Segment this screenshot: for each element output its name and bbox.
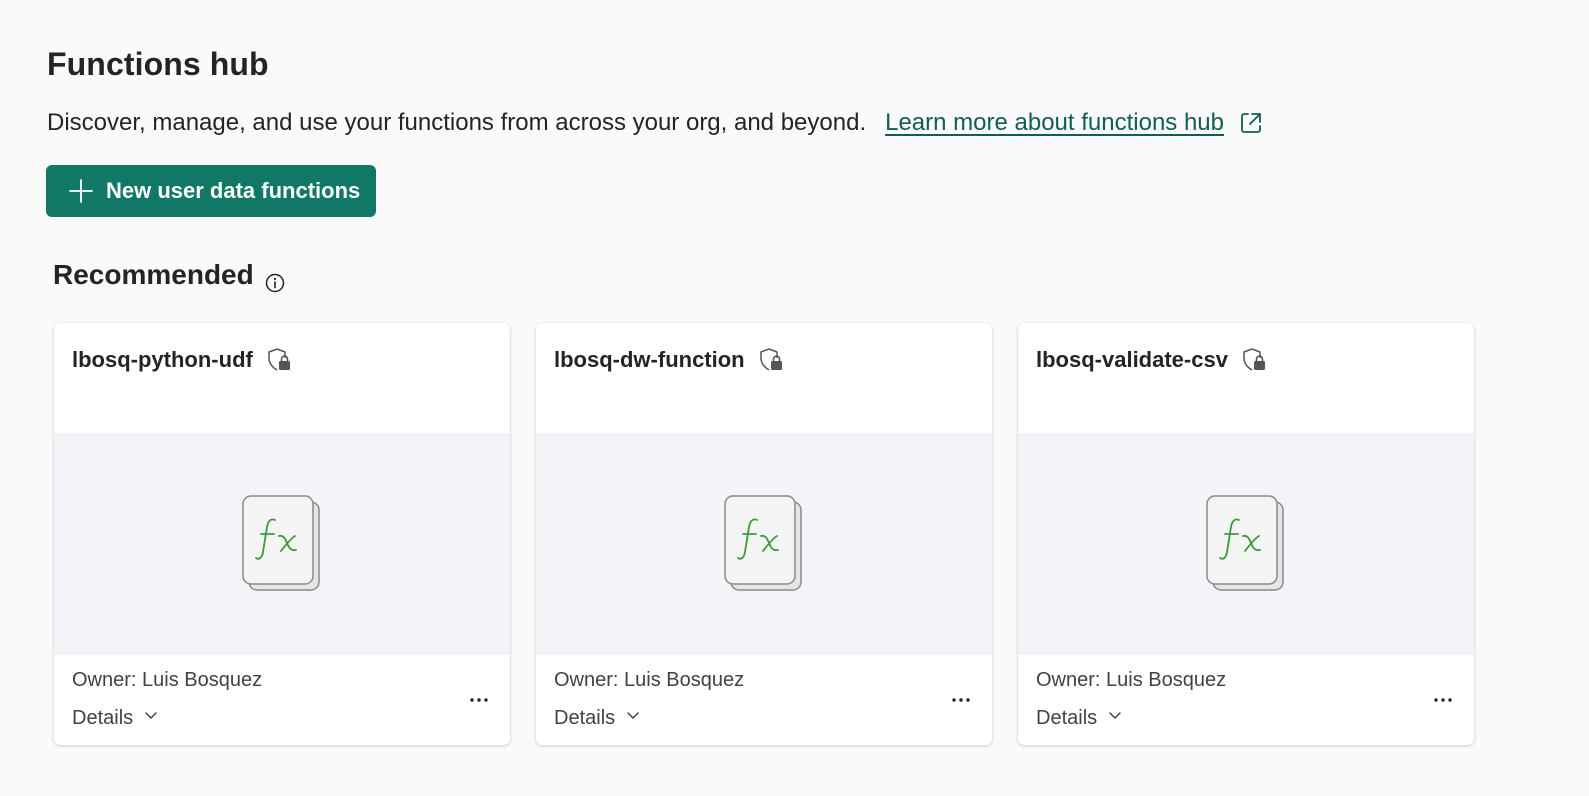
shield-lock-icon [268,348,290,371]
card-footer: Owner: Luis Bosquez Details [1018,655,1474,731]
more-options-icon[interactable] [950,693,972,707]
shield-lock-icon [759,348,782,371]
fx-function-icon [724,495,802,591]
function-card[interactable]: lbosq-python-udf Owner: Luis Bosquez Det… [54,323,510,745]
chevron-down-icon [1109,712,1121,719]
info-icon[interactable] [265,265,285,293]
description-row: Discover, manage, and use your functions… [47,106,1264,140]
details-toggle[interactable]: Details [554,705,641,731]
details-label: Details [1036,707,1098,729]
card-preview [54,433,510,655]
details-label: Details [72,707,134,729]
function-card[interactable]: lbosq-dw-function Owner: Luis Bosquez De… [536,323,992,745]
card-footer: Owner: Luis Bosquez Details [54,655,510,731]
recommended-section-header: Recommended [53,256,285,294]
page-description: Discover, manage, and use your functions… [47,109,867,136]
card-owner: Owner: Luis Bosquez [1036,669,1227,691]
function-card[interactable]: lbosq-validate-csv Owner: Luis Bosquez D… [1018,323,1474,745]
recommended-title: Recommended [53,259,254,290]
new-user-data-functions-button[interactable]: New user data functions [46,165,376,217]
card-header: lbosq-python-udf [54,323,510,433]
more-options-icon[interactable] [1432,693,1454,707]
details-label: Details [554,707,616,729]
card-preview [1018,433,1474,655]
card-header: lbosq-dw-function [536,323,992,433]
new-button-label: New user data functions [106,178,361,203]
fx-function-icon [242,495,320,591]
chevron-down-icon [627,712,639,719]
more-options-icon[interactable] [468,693,490,707]
external-link-icon[interactable] [1238,110,1264,136]
card-footer: Owner: Luis Bosquez Details [536,655,992,731]
shield-lock-icon [1243,348,1265,371]
card-title: lbosq-dw-function [554,347,745,372]
card-owner: Owner: Luis Bosquez [554,669,745,691]
card-owner: Owner: Luis Bosquez [72,669,263,691]
card-title: lbosq-validate-csv [1036,347,1228,372]
card-header: lbosq-validate-csv [1018,323,1474,433]
card-title: lbosq-python-udf [72,347,253,372]
fx-function-icon [1206,495,1284,591]
plus-icon [68,178,94,204]
chevron-down-icon [145,712,157,719]
functions-hub-page: Functions hub Discover, manage, and use … [0,0,1589,796]
page-title: Functions hub [47,46,269,82]
learn-more-link[interactable]: Learn more about functions hub [885,106,1224,140]
recommended-card-list: lbosq-python-udf Owner: Luis Bosquez Det… [54,323,1474,745]
details-toggle[interactable]: Details [1036,705,1123,731]
card-preview [536,433,992,655]
details-toggle[interactable]: Details [72,705,159,731]
